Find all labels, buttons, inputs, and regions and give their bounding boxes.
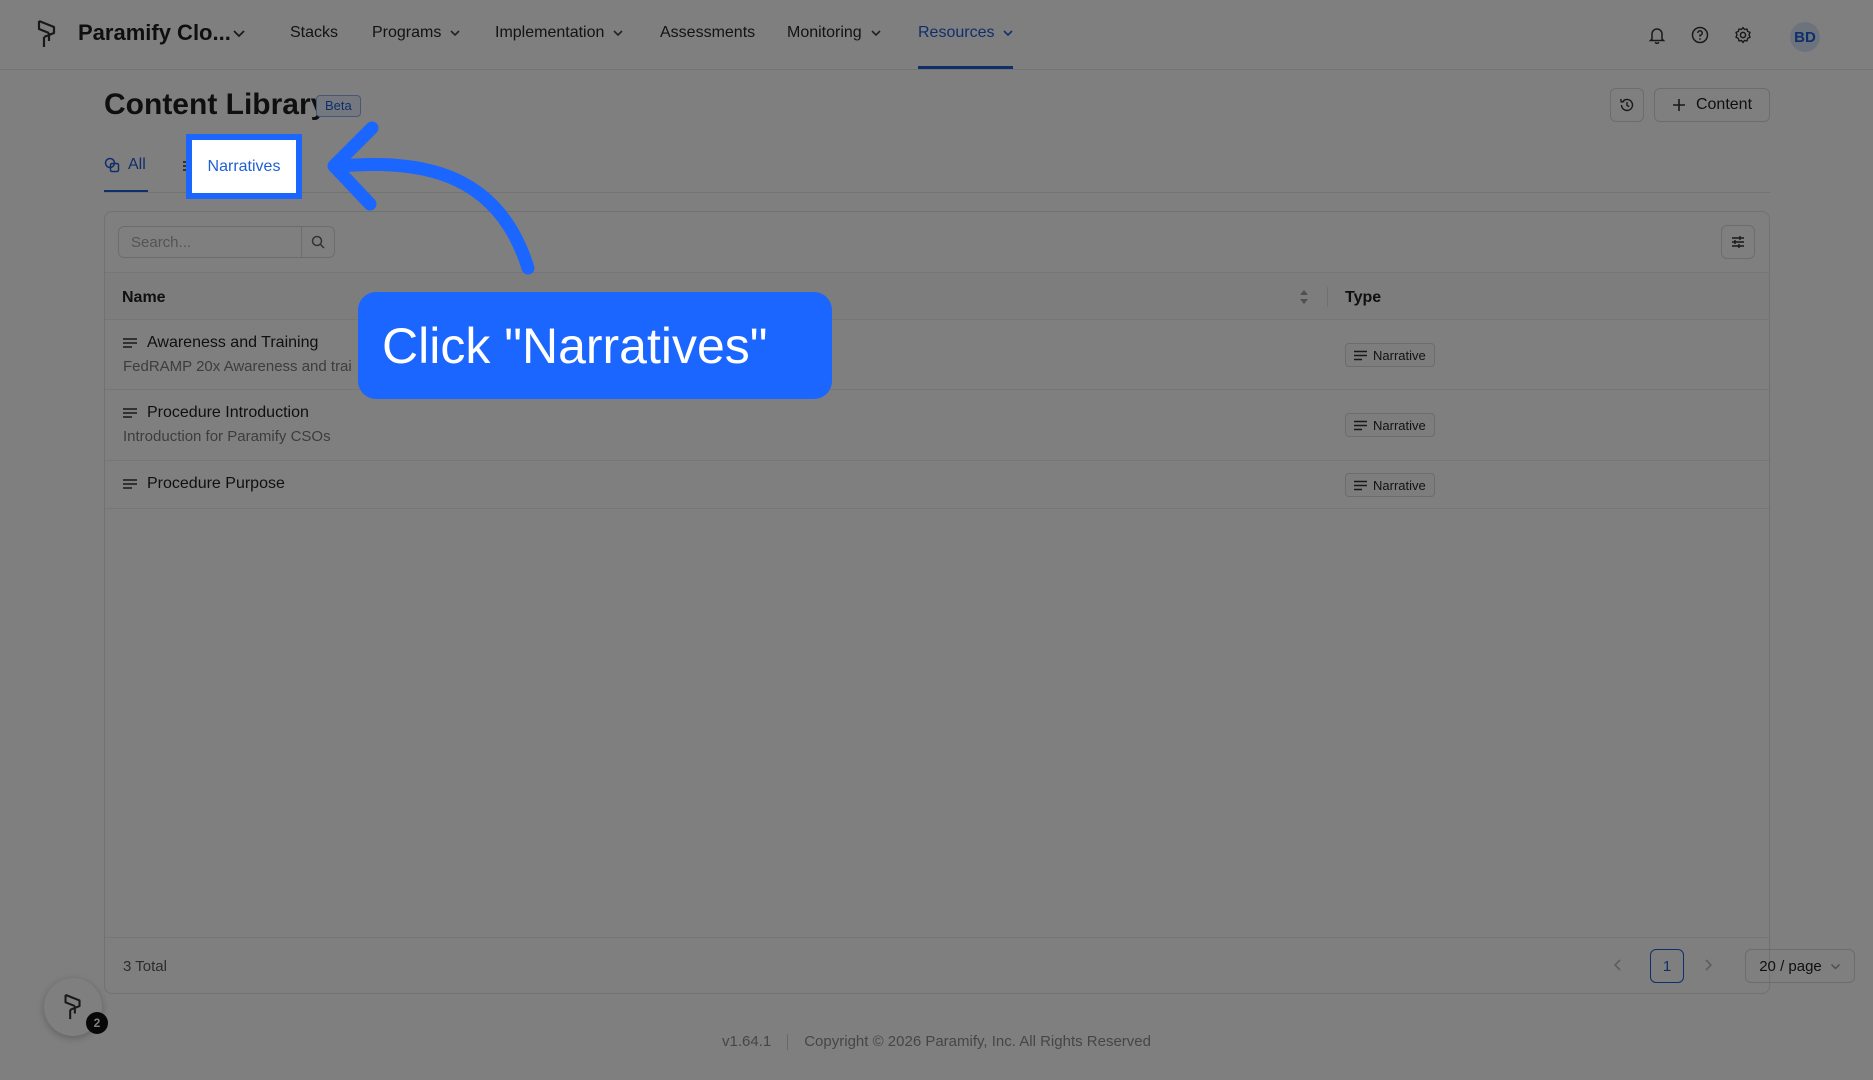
chevron-down-icon xyxy=(871,30,881,37)
bell-icon[interactable] xyxy=(1648,26,1666,44)
lines-icon xyxy=(123,479,137,489)
row-description: Introduction for Paramify CSOs xyxy=(123,428,331,445)
column-header-type[interactable]: Type xyxy=(1345,289,1381,307)
sort-icon[interactable] xyxy=(1299,288,1309,306)
nav-implementation[interactable]: Implementation xyxy=(495,24,624,42)
chevron-right-icon[interactable] xyxy=(1703,958,1713,972)
lines-icon xyxy=(123,408,137,418)
tutorial-callout: Click "Narratives" xyxy=(358,292,832,399)
gear-icon[interactable] xyxy=(1734,26,1752,44)
column-header-name[interactable]: Name xyxy=(122,289,166,307)
search-input[interactable] xyxy=(119,227,302,257)
nav-stacks[interactable]: Stacks xyxy=(290,24,338,42)
table-footer: 3 Total 1 20 / page xyxy=(105,937,1855,993)
pointer-arrow-icon xyxy=(327,121,535,275)
beta-badge: Beta xyxy=(316,95,361,117)
top-navbar: Paramify Clo... Stacks Programs Implemen… xyxy=(0,0,1873,70)
lines-icon xyxy=(1354,350,1367,360)
footer-divider xyxy=(787,1034,789,1051)
total-count: 3 Total xyxy=(123,958,167,975)
row-title[interactable]: Procedure Purpose xyxy=(123,475,285,493)
paramify-logo-icon xyxy=(64,993,81,1020)
chevron-down-icon[interactable] xyxy=(232,26,246,40)
row-description: FedRAMP 20x Awareness and trai xyxy=(123,358,352,375)
search-box xyxy=(118,226,335,258)
chevron-down-icon xyxy=(1003,30,1014,37)
chevron-left-icon[interactable] xyxy=(1613,958,1623,972)
paramify-logo-icon[interactable] xyxy=(36,19,58,49)
plus-icon xyxy=(1672,99,1685,111)
lines-icon xyxy=(1354,420,1367,430)
table-row[interactable]: Procedure Introduction Introduction for … xyxy=(105,390,1769,461)
sliders-icon xyxy=(1732,236,1744,248)
lines-icon xyxy=(123,338,137,348)
column-settings-button[interactable] xyxy=(1721,225,1755,259)
chevron-down-icon xyxy=(1830,963,1840,969)
link-shapes-icon xyxy=(104,157,120,173)
table-row[interactable]: Awareness and Training FedRAMP 20x Aware… xyxy=(105,320,1769,390)
notification-badge: 2 xyxy=(86,1012,108,1034)
table-header: Name Type xyxy=(105,272,1769,320)
type-tag: Narrative xyxy=(1345,343,1435,367)
table-row[interactable]: Procedure Purpose Narrative xyxy=(105,461,1769,509)
active-nav-indicator xyxy=(918,66,1013,69)
row-title[interactable]: Awareness and Training xyxy=(123,334,318,352)
chevron-down-icon xyxy=(613,30,623,37)
chevron-down-icon xyxy=(450,30,460,37)
nav-monitoring[interactable]: Monitoring xyxy=(787,24,882,42)
nav-programs[interactable]: Programs xyxy=(372,24,461,42)
nav-assessments[interactable]: Assessments xyxy=(660,24,755,42)
history-button[interactable] xyxy=(1610,88,1644,122)
site-footer: v1.64.1 Copyright © 2026 Paramify, Inc. A… xyxy=(0,1033,1873,1051)
column-divider xyxy=(1327,287,1328,307)
nav-resources[interactable]: Resources xyxy=(918,24,1014,42)
lines-icon xyxy=(1354,480,1367,490)
copyright-text: Copyright © 2026 Paramify, Inc. All Righ… xyxy=(804,1033,1151,1050)
page-size-select[interactable]: 20 / page xyxy=(1745,949,1855,983)
help-circle-icon[interactable] xyxy=(1691,26,1709,44)
add-content-button[interactable]: Content xyxy=(1654,88,1770,122)
org-name[interactable]: Paramify Clo... xyxy=(78,20,231,46)
user-avatar[interactable]: BD xyxy=(1790,22,1820,52)
version-label: v1.64.1 xyxy=(722,1033,772,1050)
type-tag: Narrative xyxy=(1345,473,1435,497)
tab-narratives[interactable]: Narratives xyxy=(186,134,302,199)
row-title[interactable]: Procedure Introduction xyxy=(123,404,309,422)
type-tag: Narrative xyxy=(1345,413,1435,437)
page-1-button[interactable]: 1 xyxy=(1650,949,1684,983)
history-icon xyxy=(1620,98,1634,112)
tab-all[interactable]: All xyxy=(104,156,146,174)
page-title: Content Library xyxy=(104,88,328,121)
